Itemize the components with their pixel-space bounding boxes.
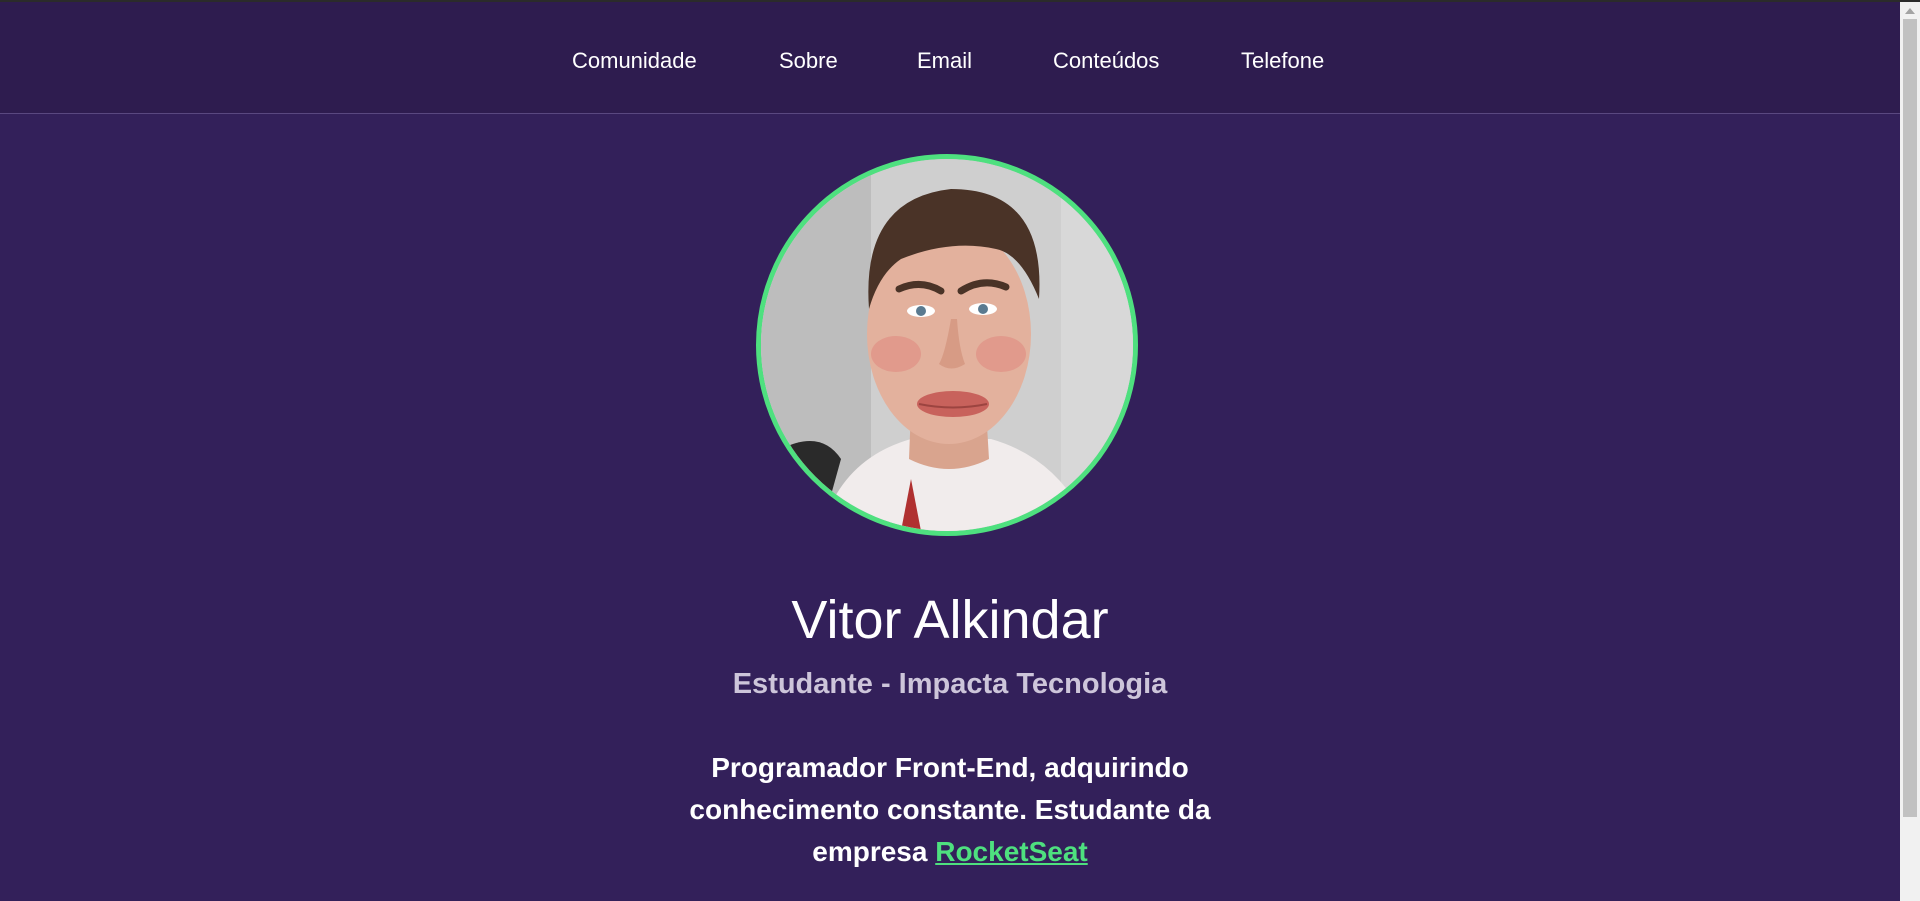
- profile-name: Vitor Alkindar: [791, 590, 1109, 650]
- scroll-up-button[interactable]: [1900, 2, 1920, 19]
- page: Comunidade Sobre Email Conteúdos Telefon…: [0, 2, 1900, 901]
- vertical-scrollbar[interactable]: [1900, 2, 1920, 901]
- nav-link-label[interactable]: Telefone: [1241, 48, 1324, 73]
- avatar: [756, 154, 1138, 536]
- scroll-up-arrow-icon: [1905, 7, 1915, 14]
- nav-link-email[interactable]: Email: [917, 47, 972, 75]
- nav-link-label[interactable]: Email: [917, 48, 972, 73]
- rocketseat-link[interactable]: RocketSeat: [935, 836, 1088, 867]
- navbar: Comunidade Sobre Email Conteúdos Telefon…: [0, 2, 1900, 114]
- nav-link-label[interactable]: Comunidade: [572, 48, 697, 73]
- nav-link-conteudos[interactable]: Conteúdos: [1053, 47, 1159, 75]
- profile-subtitle: Estudante - Impacta Tecnologia: [732, 668, 1168, 700]
- avatar-photo: [761, 159, 1133, 531]
- nav-link-telefone[interactable]: Telefone: [1241, 47, 1324, 75]
- nav-link-sobre[interactable]: Sobre: [779, 47, 838, 75]
- nav-link-label[interactable]: Conteúdos: [1053, 48, 1159, 73]
- profile-bio: Programador Front-End, adquirindo conhec…: [650, 747, 1250, 873]
- scrollbar-thumb[interactable]: [1903, 19, 1917, 817]
- nav-link-label[interactable]: Sobre: [779, 48, 838, 73]
- nav-link-comunidade[interactable]: Comunidade: [572, 47, 697, 75]
